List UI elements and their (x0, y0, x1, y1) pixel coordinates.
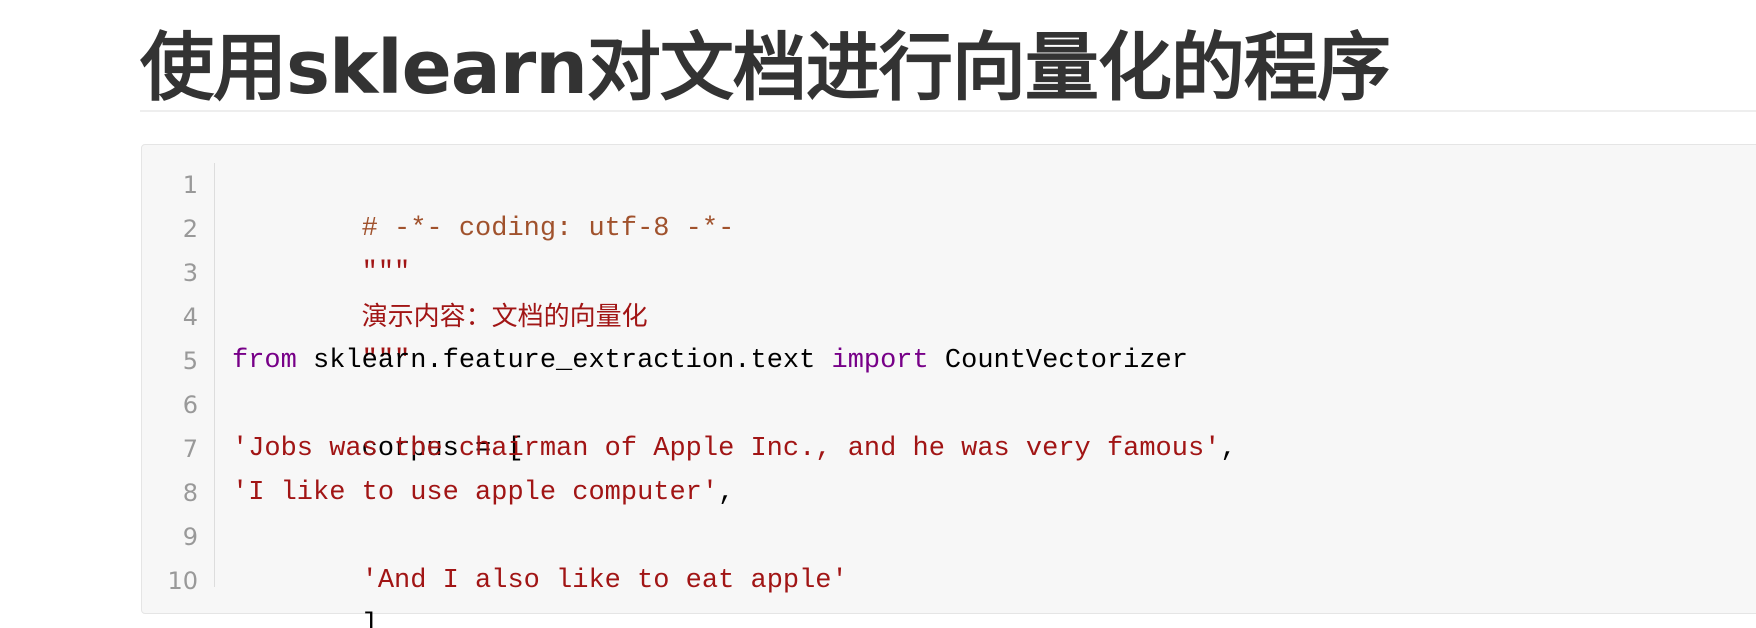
code-comment: # -*- coding: utf-8 -*- (361, 214, 735, 244)
line-number: 8 (182, 479, 198, 507)
line-number: 5 (182, 347, 198, 375)
code-line[interactable]: 演示内容：文档的向量化 (232, 251, 1756, 332)
code-content[interactable]: # -*- coding: utf-8 -*- """ 演示内容：文档的向量化 … (232, 163, 1756, 628)
document-title: 使用sklearn对文档进行向量化的程序 (140, 25, 1391, 111)
code-imported-name: CountVectorizer (928, 346, 1188, 376)
code-line[interactable]: # -*- coding: utf-8 -*- (232, 163, 1756, 244)
document-page: 使用sklearn对文档进行向量化的程序 1 2 3 4 5 6 7 8 9 1… (0, 0, 1756, 628)
line-number-gutter: 1 2 3 4 5 6 7 8 9 10 (142, 163, 215, 595)
code-line[interactable]: 'Jobs was the chairman of Apple Inc., an… (232, 427, 1756, 471)
line-number: 4 (182, 303, 198, 331)
title-divider (140, 110, 1756, 112)
code-line[interactable]: corpus = [ (232, 383, 1756, 464)
code-string: 'And I also like to eat apple' (361, 566, 848, 596)
line-number: 10 (167, 567, 198, 595)
code-block[interactable]: 1 2 3 4 5 6 7 8 9 10 # -*- coding: utf-8… (141, 144, 1756, 628)
line-number: 7 (182, 435, 198, 463)
code-line[interactable]: from sklearn.feature_extraction.text imp… (232, 339, 1756, 383)
code-string: """ (361, 258, 411, 288)
code-string: 'Jobs was the chairman of Apple Inc., an… (232, 434, 1221, 464)
line-number: 9 (182, 523, 198, 551)
code-string: 'I like to use apple computer' (232, 478, 719, 508)
line-number: 1 (182, 171, 198, 199)
code-keyword-from: from (232, 346, 297, 376)
code-text: ] (361, 610, 378, 628)
line-number: 3 (182, 259, 198, 287)
code-punctuation: , (1220, 434, 1237, 464)
line-number: 6 (182, 391, 198, 419)
code-line[interactable]: 'I like to use apple computer', (232, 471, 1756, 515)
code-keyword-import: import (831, 346, 929, 376)
code-punctuation: , (718, 478, 735, 508)
code-module-name: sklearn.feature_extraction.text (296, 346, 832, 376)
line-number: 2 (182, 215, 198, 243)
code-line[interactable]: 'And I also like to eat apple' (232, 515, 1756, 596)
code-string: 演示内容：文档的向量化 (361, 302, 648, 332)
